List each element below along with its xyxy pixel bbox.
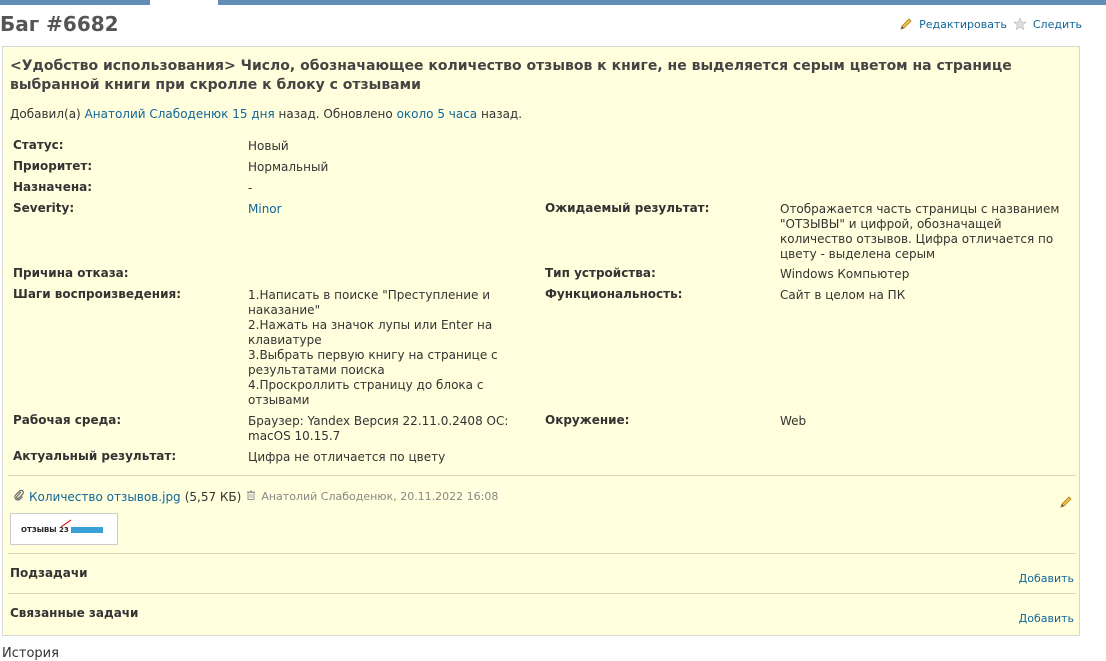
- expected-label: Ожидаемый результат:: [545, 201, 710, 215]
- issue-actions: Редактировать Следить: [899, 17, 1082, 31]
- status-value: Новый: [248, 139, 289, 153]
- star-icon: [1013, 17, 1027, 31]
- steps-label: Шаги воспроизведения:: [13, 287, 181, 301]
- status-label: Статус:: [13, 138, 64, 152]
- created-link[interactable]: 15 дня: [232, 107, 274, 121]
- priority-label: Приоритет:: [13, 159, 93, 173]
- functionality-value: Сайт в целом на ПК: [780, 288, 906, 302]
- attachment-meta: Анатолий Слабоденюк, 20.11.2022 16:08: [261, 490, 499, 503]
- created-suffix: назад. Обновлено: [278, 107, 393, 121]
- step-item: 4.Проскроллить страницу до блока с отзыв…: [248, 378, 484, 407]
- updated-link[interactable]: около 5 часа: [397, 107, 478, 121]
- step-item: 2.Нажать на значок лупы или Enter на кла…: [248, 318, 493, 347]
- step-item: 3.Выбрать первую книгу на странице с рез…: [248, 348, 498, 377]
- attachment-link[interactable]: Количество отзывов.jpg: [29, 490, 181, 504]
- actual-value: Цифра не отличается по цвету: [248, 450, 446, 464]
- expected-value: Отображается часть страницы с названием …: [780, 202, 1060, 261]
- severity-value[interactable]: Minor: [248, 202, 282, 217]
- relations-title: Связанные задачи: [10, 606, 139, 620]
- tab-right[interactable]: [218, 0, 1106, 5]
- severity-label: Severity:: [13, 201, 75, 215]
- author-line: Добавил(а) Анатолий Слабоденюк 15 дня на…: [10, 107, 522, 121]
- step-item: 1.Написать в поиске "Преступление и нака…: [248, 288, 490, 317]
- watch-link[interactable]: Следить: [1033, 18, 1082, 31]
- divider: [8, 593, 1076, 594]
- add-relation-link[interactable]: Добавить: [1019, 612, 1074, 625]
- paperclip-icon: [13, 489, 25, 504]
- tab-selected[interactable]: [150, 0, 218, 5]
- functionality-label: Функциональность:: [545, 287, 683, 301]
- divider: [8, 553, 1076, 554]
- thumbnail-arrow-icon: [60, 519, 72, 528]
- edit-link[interactable]: Редактировать: [919, 18, 1007, 31]
- thumbnail-button-shape: [71, 527, 103, 533]
- attachment-thumbnail[interactable]: ОТЗЫВЫ 23: [10, 513, 118, 545]
- device-label: Тип устройства:: [545, 266, 656, 280]
- trash-icon[interactable]: [245, 489, 257, 504]
- subtasks-title: Подзадачи: [10, 566, 88, 580]
- environment-value: Web: [780, 414, 807, 428]
- top-tab-bar: [0, 0, 1106, 5]
- author-link[interactable]: Анатолий Слабоденюк: [85, 107, 229, 121]
- steps-value: 1.Написать в поиске "Преступление и нака…: [248, 288, 516, 408]
- issue-details: <Удобство использования> Число, обознача…: [2, 46, 1080, 636]
- updated-suffix: назад.: [481, 107, 523, 121]
- divider: [8, 475, 1076, 476]
- attachment-size: (5,57 КБ): [184, 489, 242, 504]
- reject-label: Причина отказа:: [13, 266, 129, 280]
- add-subtask-link[interactable]: Добавить: [1019, 572, 1074, 585]
- pencil-icon[interactable]: [1059, 495, 1073, 512]
- env-label: Рабочая среда:: [13, 413, 122, 427]
- tab-left[interactable]: [0, 0, 150, 5]
- page-title: Баг #6682: [0, 12, 119, 36]
- pencil-icon: [899, 17, 913, 31]
- priority-value: Нормальный: [248, 160, 329, 174]
- attachment-row: Количество отзывов.jpg (5,57 КБ) Анатоли…: [13, 489, 498, 504]
- device-value: Windows Компьютер: [780, 267, 910, 281]
- actual-label: Актуальный результат:: [13, 449, 177, 463]
- environment-label: Окружение:: [545, 413, 630, 427]
- issue-subject: <Удобство использования> Число, обознача…: [10, 58, 1012, 93]
- assigned-value: -: [248, 181, 253, 195]
- author-prefix: Добавил(а): [10, 107, 81, 121]
- env-value: Браузер: Yandex Версия 22.11.0.2408 OC: …: [248, 414, 509, 443]
- assigned-label: Назначена:: [13, 180, 93, 194]
